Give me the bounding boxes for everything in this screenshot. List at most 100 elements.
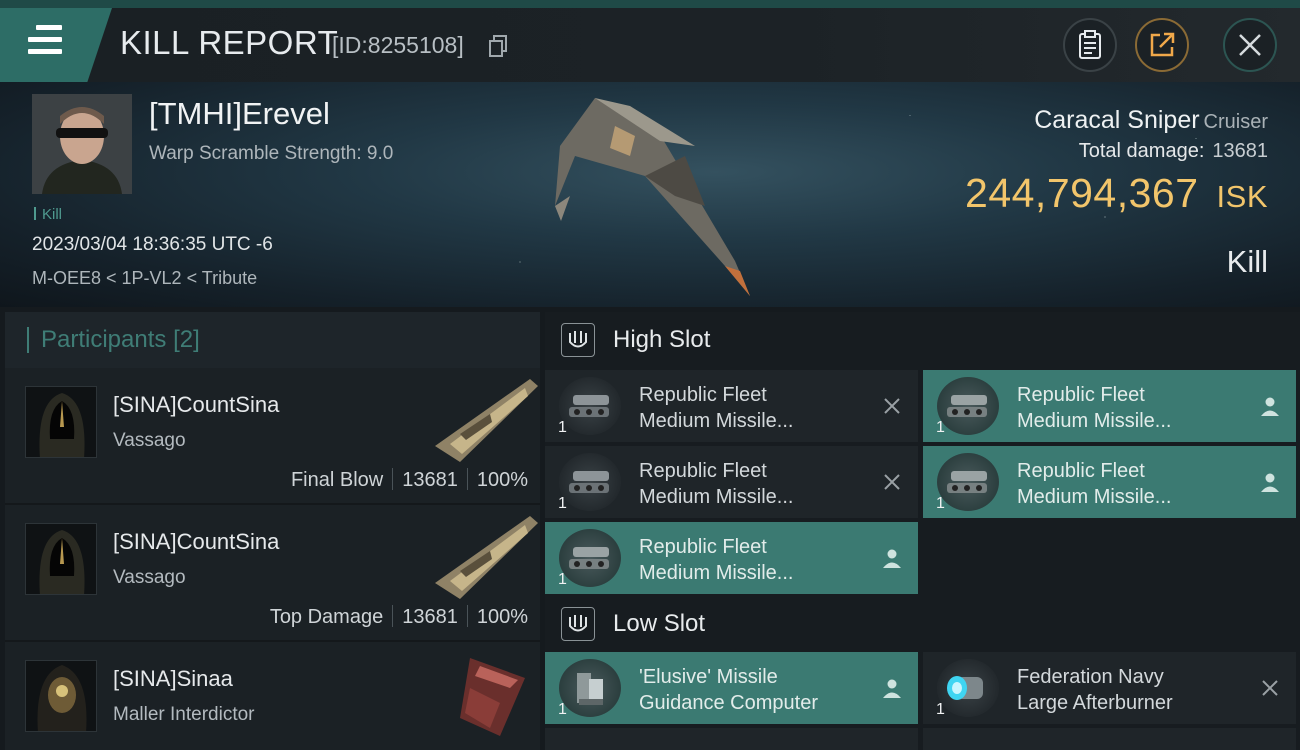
kill-datetime: 2023/03/04 18:36:35 UTC -6: [32, 234, 273, 255]
participant-row[interactable]: [SINA]CountSina Vassago Final Blow 13681 1…: [5, 368, 540, 505]
destroyed-icon: [884, 398, 900, 414]
participant-ship: Vassago: [113, 567, 186, 588]
module-item[interactable]: 1 Federation Navy Large Afterburner: [923, 652, 1296, 724]
module-quantity: 1: [936, 701, 945, 718]
participant-avatar[interactable]: i: [25, 660, 97, 732]
module-item[interactable]: 1 Republic Fleet Medium Missile...: [923, 370, 1296, 442]
close-button[interactable]: [1223, 18, 1277, 72]
missile-launcher-icon: [559, 377, 621, 435]
external-link-icon: [1150, 32, 1175, 57]
close-icon: [1239, 34, 1261, 56]
participant-stats: Final Blow 13681 100%: [291, 468, 528, 492]
share-button[interactable]: [1135, 18, 1189, 72]
module-item[interactable]: 1 Republic Fleet Medium Missile...: [545, 522, 918, 594]
victim-ship-line: Caracal Sniper Cruiser: [1034, 106, 1268, 135]
hooded-avatar-icon: [26, 524, 96, 594]
missile-launcher-icon: [937, 453, 999, 511]
participant-name[interactable]: [SINA]CountSina: [113, 529, 279, 555]
participant-avatar[interactable]: [25, 523, 97, 595]
victim-ship-name[interactable]: Caracal Sniper: [1034, 106, 1199, 134]
participant-role: Final Blow: [290, 469, 384, 491]
high-slot-header: High Slot: [545, 312, 1300, 368]
module-item-partial[interactable]: [545, 728, 918, 750]
module-quantity: 1: [558, 571, 567, 588]
low-slot-header: Low Slot: [545, 596, 1300, 652]
menu-button[interactable]: [0, 8, 112, 82]
module-item[interactable]: 1 Republic Fleet Medium Missile...: [545, 446, 918, 518]
module-name: 'Elusive' Missile Guidance Computer: [639, 666, 818, 714]
clipboard-icon: [1079, 30, 1101, 59]
participant-damage: 13681: [402, 606, 458, 628]
info-badge[interactable]: i: [96, 711, 97, 731]
participant-role: Top Damage: [269, 606, 384, 628]
high-slot-icon: [561, 323, 595, 357]
isk-unit: ISK: [1216, 179, 1268, 214]
victim-banner: [TMHI]Erevel Warp Scramble Strength: 9.0…: [0, 82, 1300, 307]
module-item[interactable]: 1 Republic Fleet Medium Missile...: [545, 370, 918, 442]
module-item-partial[interactable]: [923, 728, 1296, 750]
participant-ship-image: [460, 658, 525, 736]
module-quantity: 1: [936, 419, 945, 436]
fitting-panel: High Slot 1 Republic Fleet Medium Missil…: [545, 312, 1300, 750]
pilot-avatar-icon: [32, 94, 132, 194]
participants-count: [2]: [173, 326, 200, 353]
victim-subtitle: Warp Scramble Strength: 9.0: [149, 143, 394, 164]
participants-panel: Participants [2] [SINA]CountSina Vassago…: [5, 312, 540, 750]
masked-avatar-icon: [26, 661, 96, 731]
header-bar: KILL REPORT [ID:8255108]: [0, 8, 1300, 82]
victim-ship-class: Cruiser: [1203, 111, 1268, 133]
module-name: Federation Navy Large Afterburner: [1017, 666, 1173, 714]
participants-header[interactable]: Participants [2]: [5, 312, 540, 368]
person-icon: [1261, 473, 1279, 492]
module-name: Republic Fleet Medium Missile...: [639, 384, 794, 432]
module-name: Republic Fleet Medium Missile...: [1017, 460, 1172, 508]
isk-value-line: 244,794,367 ISK: [965, 170, 1268, 217]
participant-avatar[interactable]: [25, 386, 97, 458]
participant-row[interactable]: [SINA]CountSina Vassago Top Damage 13681 1…: [5, 505, 540, 642]
participant-ship: Vassago: [113, 430, 186, 451]
victim-name[interactable]: [TMHI]Erevel: [149, 96, 330, 132]
guidance-computer-icon: [559, 659, 621, 717]
destroyed-icon: [1262, 680, 1278, 696]
module-item[interactable]: 1 'Elusive' Missile Guidance Computer: [545, 652, 918, 724]
afterburner-icon: [937, 659, 999, 717]
participant-name[interactable]: [SINA]CountSina: [113, 392, 279, 418]
participants-label: Participants: [41, 326, 167, 353]
low-slot-label: Low Slot: [613, 610, 706, 637]
victim-ship-image[interactable]: [535, 86, 775, 301]
participant-ship-image: [435, 379, 538, 462]
participant-damage: 13681: [402, 469, 458, 491]
participant-ship: Maller Interdictor: [113, 704, 255, 725]
page-title: KILL REPORT: [120, 24, 339, 61]
person-icon: [883, 679, 901, 698]
participant-ship-image: [435, 516, 538, 599]
kill-result: Kill: [1226, 244, 1268, 279]
missile-launcher-icon: [559, 453, 621, 511]
isk-value: 244,794,367: [965, 170, 1199, 216]
report-id: [ID:8255108]: [332, 32, 464, 58]
module-name: Republic Fleet Medium Missile...: [1017, 384, 1172, 432]
copy-icon[interactable]: [488, 35, 508, 57]
high-slot-label: High Slot: [613, 326, 711, 353]
participant-name[interactable]: [SINA]Sinaa: [113, 666, 233, 692]
missile-launcher-icon: [559, 529, 621, 587]
person-icon: [883, 549, 901, 568]
victim-portrait[interactable]: [32, 94, 132, 194]
hamburger-icon: [28, 25, 62, 57]
clipboard-button[interactable]: [1063, 18, 1117, 72]
participant-percent: 100%: [476, 469, 528, 491]
total-damage-line: Total damage: 13681: [1079, 140, 1268, 163]
module-quantity: 1: [558, 419, 567, 436]
kill-location[interactable]: M-OEE8 < 1P-VL2 < Tribute: [32, 268, 257, 289]
low-slot-icon: [561, 607, 595, 641]
module-quantity: 1: [558, 701, 567, 718]
module-item[interactable]: 1 Republic Fleet Medium Missile...: [923, 446, 1296, 518]
participant-row[interactable]: i [SINA]Sinaa Maller Interdictor: [5, 642, 540, 750]
module-quantity: 1: [936, 495, 945, 512]
participant-stats: Top Damage 13681 100%: [270, 605, 528, 629]
kill-tag: Kill: [34, 206, 62, 223]
module-name: Republic Fleet Medium Missile...: [639, 536, 794, 584]
destroyed-icon: [884, 474, 900, 490]
total-damage-value: 13681: [1212, 140, 1268, 162]
missile-launcher-icon: [937, 377, 999, 435]
